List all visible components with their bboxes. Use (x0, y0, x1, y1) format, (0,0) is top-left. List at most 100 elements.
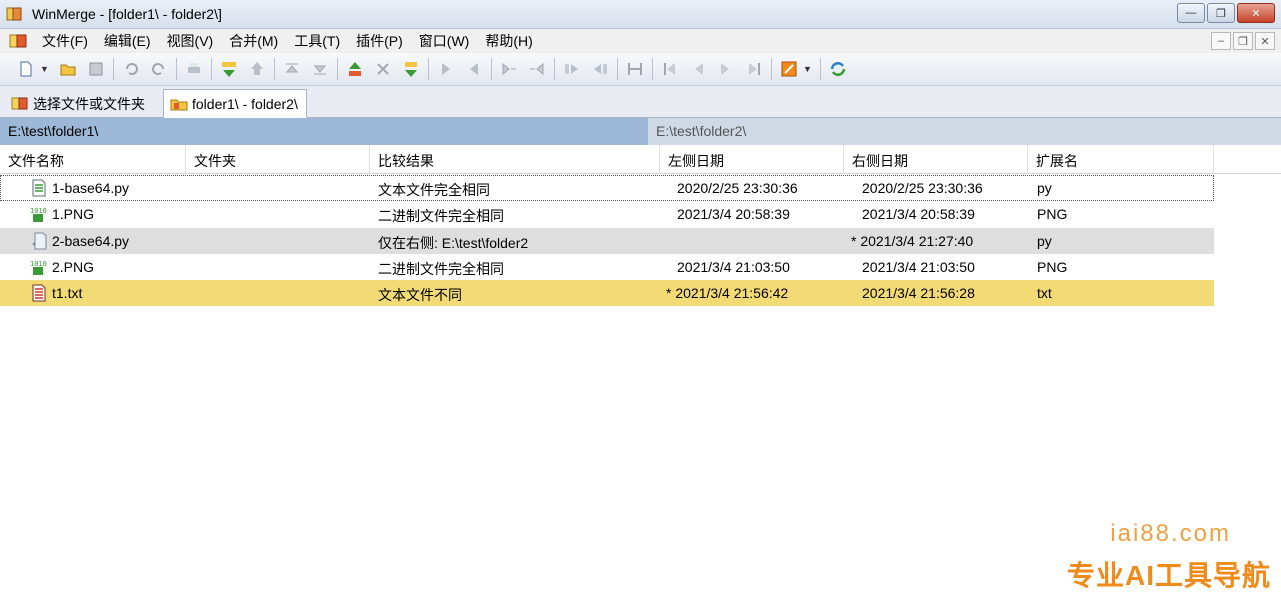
menu-tools[interactable]: 工具(T) (286, 31, 348, 51)
text-equal-icon (32, 179, 46, 197)
options-dropdown-icon[interactable]: ▼ (803, 64, 813, 74)
compare-result: 二进制文件完全相同 (378, 261, 504, 277)
restore-button[interactable]: ❐ (1207, 3, 1235, 23)
title-bar: WinMerge - [folder1\ - folder2\] — ❐ ✕ (0, 0, 1281, 29)
mdi-close-button[interactable]: ✕ (1255, 32, 1275, 50)
current-diff-button[interactable] (372, 58, 394, 80)
prev-file-button[interactable] (687, 58, 709, 80)
last-file-icon (749, 63, 760, 75)
diff-current-icon (377, 63, 389, 75)
next-file-button[interactable] (715, 58, 737, 80)
table-row[interactable]: 2-base64.py 仅在右侧: E:\test\folder2 * 2021… (0, 228, 1214, 254)
column-extension[interactable]: 扩展名 (1028, 145, 1214, 174)
copy-right-button[interactable] (435, 58, 457, 80)
diff-down-button[interactable] (400, 58, 422, 80)
new-document-icon (20, 61, 32, 77)
toolbar-separator (771, 58, 772, 80)
binary-equal-icon: 1010 (30, 260, 47, 275)
toolbar-separator (337, 58, 338, 80)
left-date: 2021/3/4 20:58:39 (677, 206, 790, 222)
diff-down-icon (405, 62, 417, 77)
menu-window[interactable]: 窗口(W) (411, 31, 478, 51)
toolbar-separator (113, 58, 114, 80)
toolbar-separator (176, 58, 177, 80)
table-row[interactable]: 1-base64.py 文本文件完全相同 2020/2/25 23:30:36 … (0, 175, 1214, 201)
options-button[interactable] (778, 58, 800, 80)
menu-file[interactable]: 文件(F) (34, 31, 96, 51)
menu-help[interactable]: 帮助(H) (477, 31, 540, 51)
svg-text:1010: 1010 (30, 207, 47, 215)
right-date: * 2021/3/4 21:27:40 (851, 233, 974, 249)
file-name: 2-base64.py (52, 233, 130, 249)
merge-button[interactable] (624, 58, 646, 80)
mdi-minimize-button[interactable]: – (1211, 32, 1231, 50)
toolbar-separator (274, 58, 275, 80)
menu-edit[interactable]: 编辑(E) (96, 31, 159, 51)
new-button[interactable] (15, 58, 37, 80)
extension: py (1037, 180, 1052, 196)
open-compare-icon (11, 97, 28, 109)
table-row[interactable]: 1010 1.PNG 二进制文件完全相同 2021/3/4 20:58:39 2… (0, 201, 1214, 227)
column-left-date[interactable]: 左侧日期 (660, 145, 844, 174)
mdi-restore-button[interactable]: ❐ (1233, 32, 1253, 50)
close-button[interactable]: ✕ (1237, 3, 1275, 23)
right-date: 2020/2/25 23:30:36 (862, 180, 983, 196)
path-bar: E:\test\folder1\ E:\test\folder2\ (0, 118, 1281, 145)
text-diff-icon (32, 284, 46, 302)
tab-folder-compare[interactable]: folder1\ - folder2\ (163, 89, 307, 118)
toolbar: ▼ ▼ (0, 53, 1281, 86)
column-right-date[interactable]: 右侧日期 (844, 145, 1028, 174)
watermark-url: iai88.com (1110, 520, 1231, 547)
extension: PNG (1037, 259, 1068, 275)
menu-view[interactable]: 视图(V) (159, 31, 222, 51)
all-diff-button[interactable] (344, 58, 366, 80)
table-row[interactable]: 1010 2.PNG 二进制文件完全相同 2021/3/4 21:03:50 2… (0, 254, 1214, 280)
arrow-down-icon (222, 62, 236, 77)
refresh-button[interactable] (827, 58, 849, 80)
redo-button[interactable] (148, 58, 170, 80)
first-file-button[interactable] (659, 58, 681, 80)
copy-right-icon (442, 63, 450, 75)
extension: txt (1037, 285, 1052, 301)
table-row[interactable]: t1.txt 文本文件不同 * 2021/3/4 21:56:42 2021/3… (0, 280, 1214, 306)
prev-diff-button[interactable] (246, 58, 268, 80)
save-button[interactable] (85, 58, 107, 80)
undo-icon (126, 63, 138, 75)
menu-plugins[interactable]: 插件(P) (348, 31, 411, 51)
column-folder[interactable]: 文件夹 (186, 145, 370, 174)
document-icon[interactable] (8, 32, 28, 50)
tab-label: 选择文件或文件夹 (33, 95, 145, 112)
new-dropdown-icon[interactable]: ▼ (40, 64, 50, 74)
first-file-icon (664, 63, 675, 75)
copy-right-advance-button[interactable] (498, 58, 520, 80)
next-diff-button[interactable] (218, 58, 240, 80)
last-file-button[interactable] (743, 58, 765, 80)
last-diff-button[interactable] (309, 58, 331, 80)
undo-button[interactable] (120, 58, 142, 80)
toolbar-separator (211, 58, 212, 80)
print-button[interactable] (183, 58, 205, 80)
first-diff-button[interactable] (281, 58, 303, 80)
column-filename[interactable]: 文件名称 (0, 145, 186, 174)
left-date: 2021/3/4 21:03:50 (677, 259, 790, 275)
copy-left-advance-button[interactable] (526, 58, 548, 80)
compare-result: 仅在右侧: E:\test\folder2 (378, 235, 529, 251)
folder-compare-icon (170, 99, 188, 110)
copy-right-advance-icon (502, 62, 516, 76)
tab-select-files[interactable]: 选择文件或文件夹 (4, 89, 154, 118)
copy-all-right-button[interactable] (561, 58, 583, 80)
column-result[interactable]: 比较结果 (370, 145, 660, 174)
copy-left-button[interactable] (463, 58, 485, 80)
copy-all-left-icon (594, 64, 607, 74)
compare-result: 文本文件完全相同 (378, 182, 490, 198)
copy-all-left-button[interactable] (589, 58, 611, 80)
toolbar-separator (652, 58, 653, 80)
left-date: * 2021/3/4 21:56:42 (666, 285, 789, 301)
minimize-button[interactable]: — (1177, 3, 1205, 23)
diff-up-icon (349, 62, 361, 76)
merge-icon (628, 63, 642, 75)
window-title: WinMerge - [folder1\ - folder2\] (32, 6, 222, 22)
next-file-icon (721, 63, 729, 75)
open-button[interactable] (57, 58, 79, 80)
menu-merge[interactable]: 合并(M) (221, 31, 286, 51)
